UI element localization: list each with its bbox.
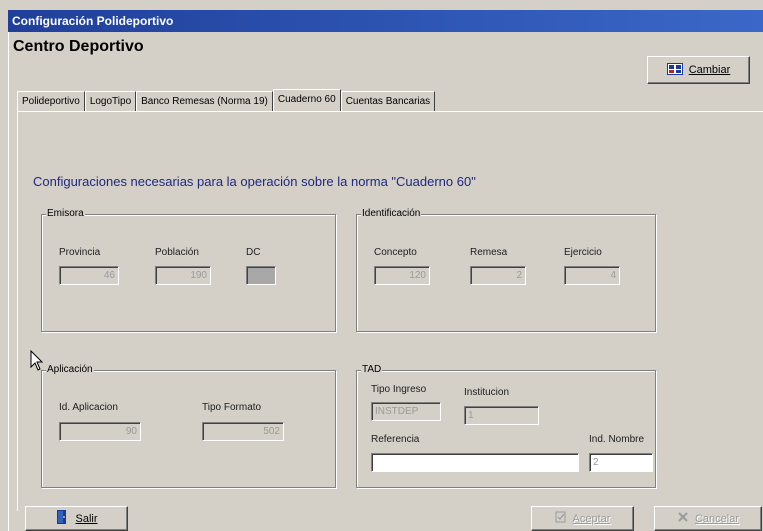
aplicacion-label: Aplicación bbox=[46, 364, 94, 375]
identificacion-label: Identificación bbox=[361, 208, 422, 219]
tipo-formato-label: Tipo Formato bbox=[202, 402, 262, 413]
provincia-field[interactable]: 46 bbox=[59, 266, 119, 285]
tipo-ingreso-field[interactable]: INSTDEP bbox=[371, 402, 441, 421]
tad-label: TAD bbox=[361, 364, 383, 375]
id-aplicacion-label: Id. Aplicacion bbox=[59, 402, 118, 413]
ejercicio-label: Ejercicio bbox=[564, 247, 602, 258]
remesa-label: Remesa bbox=[470, 247, 508, 258]
tab-page: Configuraciones necesarias para la opera… bbox=[17, 111, 763, 511]
dc-field[interactable] bbox=[246, 266, 276, 285]
poblacion-label: Población bbox=[155, 247, 199, 258]
page-title: Centro Deportivo bbox=[13, 38, 144, 55]
identificacion-group: Identificación Concepto 120 Remesa 2 Eje… bbox=[356, 208, 656, 332]
accept-icon bbox=[555, 511, 567, 526]
exit-button-label: Salir bbox=[75, 512, 98, 525]
close-icon bbox=[677, 511, 689, 526]
emisora-group: Emisora Provincia 46 Población 190 DC bbox=[41, 208, 336, 332]
concepto-field[interactable]: 120 bbox=[374, 266, 430, 285]
tab-cuentas-bancarias[interactable]: Cuentas Bancarias bbox=[340, 91, 436, 111]
concepto-label: Concepto bbox=[374, 247, 417, 258]
provincia-label: Provincia bbox=[59, 247, 101, 258]
tab-banco-remesas[interactable]: Banco Remesas (Norma 19) bbox=[136, 91, 273, 111]
tab-polideportivo[interactable]: Polideportivo bbox=[17, 91, 85, 111]
tipo-formato-field[interactable]: 502 bbox=[202, 422, 284, 441]
ind-nombre-label: Ind. Nombre bbox=[589, 434, 645, 445]
page-subtitle: Configuraciones necesarias para la opera… bbox=[33, 174, 476, 189]
ejercicio-field[interactable]: 4 bbox=[564, 266, 620, 285]
exit-button[interactable]: Salir bbox=[25, 506, 128, 531]
tab-cuaderno-60[interactable]: Cuaderno 60 bbox=[272, 89, 341, 111]
tad-group: TAD Tipo Ingreso INSTDEP Institucion 1 R… bbox=[356, 364, 656, 488]
poblacion-field[interactable]: 190 bbox=[155, 266, 211, 285]
institucion-field[interactable]: 1 bbox=[464, 406, 539, 425]
grid-icon bbox=[666, 62, 683, 78]
cancel-button[interactable]: Cancelar bbox=[654, 506, 762, 531]
referencia-label: Referencia bbox=[371, 434, 420, 445]
window-title: Configuración Polideportivo bbox=[8, 10, 763, 32]
remesa-field[interactable]: 2 bbox=[470, 266, 526, 285]
change-button-label: Cambiar bbox=[688, 64, 731, 76]
ind-nombre-field[interactable]: 2 bbox=[589, 453, 653, 472]
mouse-pointer-icon bbox=[30, 349, 44, 375]
main-window: Centro Deportivo Cambiar Polideportivo L… bbox=[8, 32, 763, 531]
dc-label: DC bbox=[246, 247, 261, 258]
accept-button-label: Aceptar bbox=[572, 512, 611, 525]
institucion-label: Institucion bbox=[464, 387, 510, 398]
tipo-ingreso-label: Tipo Ingreso bbox=[371, 384, 427, 395]
tab-logotipo[interactable]: LogoTipo bbox=[84, 91, 137, 111]
tab-strip: Polideportivo LogoTipo Banco Remesas (No… bbox=[17, 89, 436, 111]
emisora-label: Emisora bbox=[46, 208, 85, 219]
id-aplicacion-field[interactable]: 90 bbox=[59, 422, 141, 441]
cancel-button-label: Cancelar bbox=[694, 512, 740, 525]
door-exit-icon bbox=[55, 509, 69, 528]
change-button[interactable]: Cambiar bbox=[647, 56, 750, 84]
aplicacion-group: Aplicación Id. Aplicacion 90 Tipo Format… bbox=[41, 364, 336, 488]
accept-button[interactable]: Aceptar bbox=[531, 506, 634, 531]
referencia-field[interactable] bbox=[371, 453, 579, 472]
